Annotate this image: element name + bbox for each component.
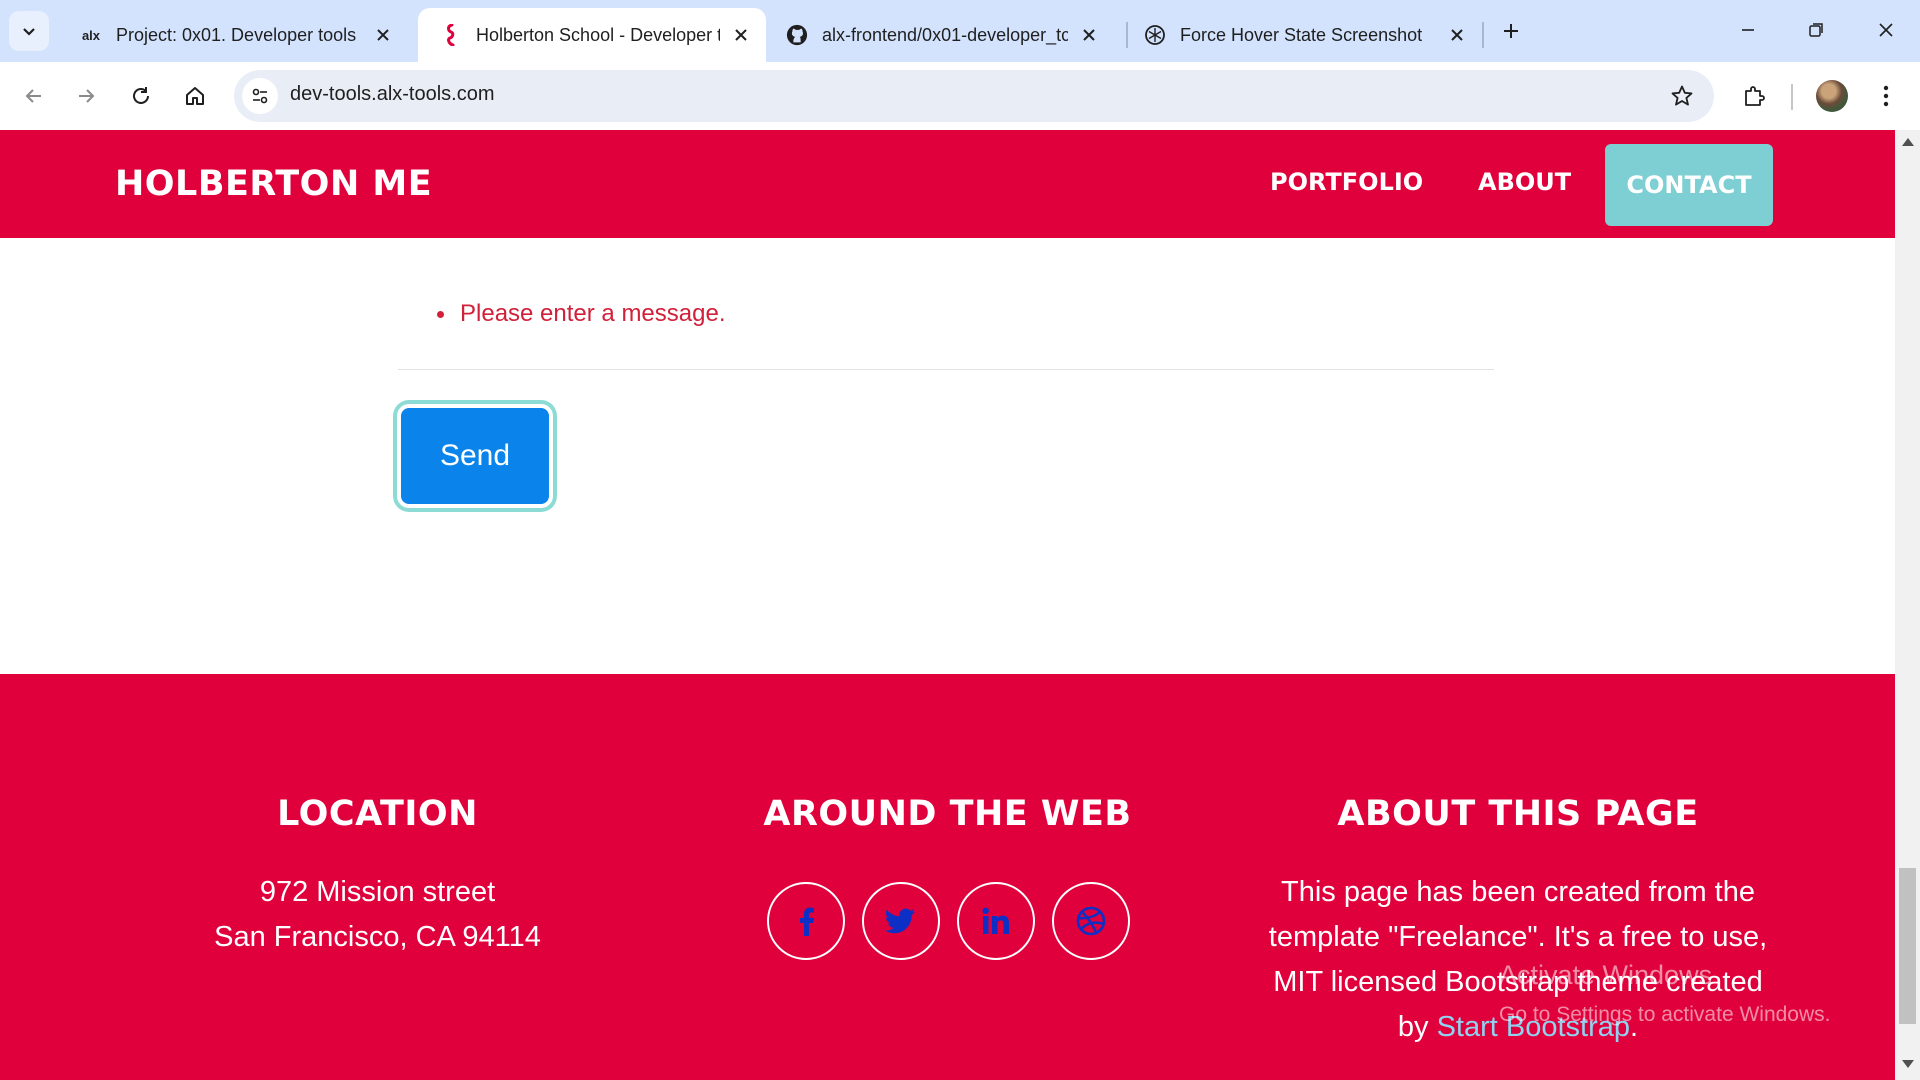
alx-logo-icon: alx: [81, 27, 101, 43]
close-tab-icon[interactable]: [1076, 22, 1102, 48]
twitter-icon: [886, 908, 915, 934]
around-the-web-heading: AROUND THE WEB: [763, 794, 1132, 834]
error-bullet: [437, 311, 444, 318]
profile-avatar[interactable]: [1816, 80, 1848, 112]
form-divider: [398, 369, 1494, 370]
tab-github-repo[interactable]: alx-frontend/0x01-developer_tc: [764, 8, 1114, 62]
arrow-right-icon: [79, 89, 95, 103]
arrow-left-icon: [25, 89, 41, 103]
address-bar[interactable]: dev-tools.alx-tools.com: [234, 70, 1714, 122]
send-button[interactable]: Send: [401, 408, 549, 504]
chevron-down-icon: [23, 28, 35, 36]
about-page-heading: ABOUT THIS PAGE: [1337, 794, 1699, 834]
facebook-icon: [800, 907, 814, 936]
close-tab-icon[interactable]: [370, 22, 396, 48]
minimize-icon: [1742, 29, 1754, 31]
close-tab-icon[interactable]: [728, 22, 754, 48]
back-button[interactable]: [12, 74, 56, 118]
tab-title: Force Hover State Screenshot: [1180, 24, 1423, 45]
tab-alx-project[interactable]: alx Project: 0x01. Developer tools |: [58, 8, 408, 62]
forward-button[interactable]: [64, 74, 108, 118]
home-button[interactable]: [173, 74, 217, 118]
page-viewport: HOLBERTON ME PORTFOLIO ABOUT CONTACT Ple…: [0, 130, 1895, 1080]
browser-menu-button[interactable]: [1866, 74, 1906, 118]
address-line-1: 972 Mission street: [259, 876, 496, 908]
star-icon: [1671, 85, 1693, 106]
location-heading: LOCATION: [277, 794, 478, 834]
plus-icon: [1504, 24, 1518, 38]
about-line-2: template "Freelance". It's a free to use…: [1268, 921, 1768, 953]
minimize-button[interactable]: [1720, 10, 1776, 50]
puzzle-icon: [1745, 86, 1765, 106]
reload-button[interactable]: [119, 74, 163, 118]
extensions-button[interactable]: [1732, 74, 1776, 118]
url-text[interactable]: dev-tools.alx-tools.com: [290, 83, 495, 106]
tab-force-hover[interactable]: Force Hover State Screenshot: [1122, 8, 1482, 62]
tab-strip: alx Project: 0x01. Developer tools | Hol…: [0, 0, 1920, 62]
close-icon: [1879, 23, 1893, 37]
tab-title: Holberton School - Developer t: [476, 24, 720, 45]
restore-icon: [1809, 23, 1823, 37]
dribbble-icon: [1076, 906, 1106, 936]
nav-about[interactable]: ABOUT: [1478, 168, 1571, 196]
twitter-link[interactable]: [862, 882, 940, 960]
windows-activation-subtitle: Go to Settings to activate Windows.: [1499, 1003, 1831, 1026]
holberton-seahorse-icon: [440, 24, 462, 46]
scrollbar-thumb[interactable]: [1899, 868, 1916, 1024]
reload-icon: [133, 87, 149, 104]
social-links: [767, 882, 1167, 960]
brand-logo[interactable]: HOLBERTON ME: [115, 164, 432, 204]
about-line-4-prefix: by: [1397, 1011, 1429, 1043]
home-icon: [186, 87, 204, 105]
browser-toolbar: dev-tools.alx-tools.com: [0, 62, 1920, 130]
tab-separator: [1482, 22, 1484, 48]
nav-contact[interactable]: CONTACT: [1605, 144, 1773, 226]
toolbar-separator: [1791, 84, 1793, 110]
linkedin-icon: [982, 907, 1009, 934]
tab-holberton-developer[interactable]: Holberton School - Developer t: [418, 8, 766, 62]
close-tab-icon[interactable]: [1444, 22, 1470, 48]
windows-activation-title: Activate Windows: [1499, 960, 1713, 990]
tab-title: Project: 0x01. Developer tools |: [116, 24, 362, 45]
new-tab-button[interactable]: [1494, 14, 1528, 48]
facebook-link[interactable]: [767, 882, 845, 960]
tab-title: alx-frontend/0x01-developer_tc: [822, 24, 1068, 45]
validation-error: Please enter a message.: [460, 300, 726, 327]
more-vert-icon: [1883, 85, 1889, 107]
nav-portfolio[interactable]: PORTFOLIO: [1270, 168, 1423, 196]
scroll-up-arrow-icon[interactable]: [1902, 138, 1914, 146]
linkedin-link[interactable]: [957, 882, 1035, 960]
tune-icon: [252, 88, 268, 104]
page-scrollbar[interactable]: [1895, 130, 1920, 1080]
address-line-2: San Francisco, CA 94114: [214, 921, 541, 953]
about-line-1: This page has been created from the: [1281, 876, 1755, 908]
close-window-button[interactable]: [1858, 10, 1914, 50]
github-icon: [786, 24, 808, 46]
site-navbar: HOLBERTON ME PORTFOLIO ABOUT CONTACT: [0, 130, 1895, 238]
site-info-button[interactable]: [242, 78, 278, 114]
scroll-down-arrow-icon[interactable]: [1902, 1060, 1914, 1068]
openai-icon: [1144, 24, 1166, 46]
tab-search-button[interactable]: [9, 11, 49, 51]
dribbble-link[interactable]: [1052, 882, 1130, 960]
restore-button[interactable]: [1788, 10, 1844, 50]
bookmark-button[interactable]: [1664, 78, 1700, 114]
